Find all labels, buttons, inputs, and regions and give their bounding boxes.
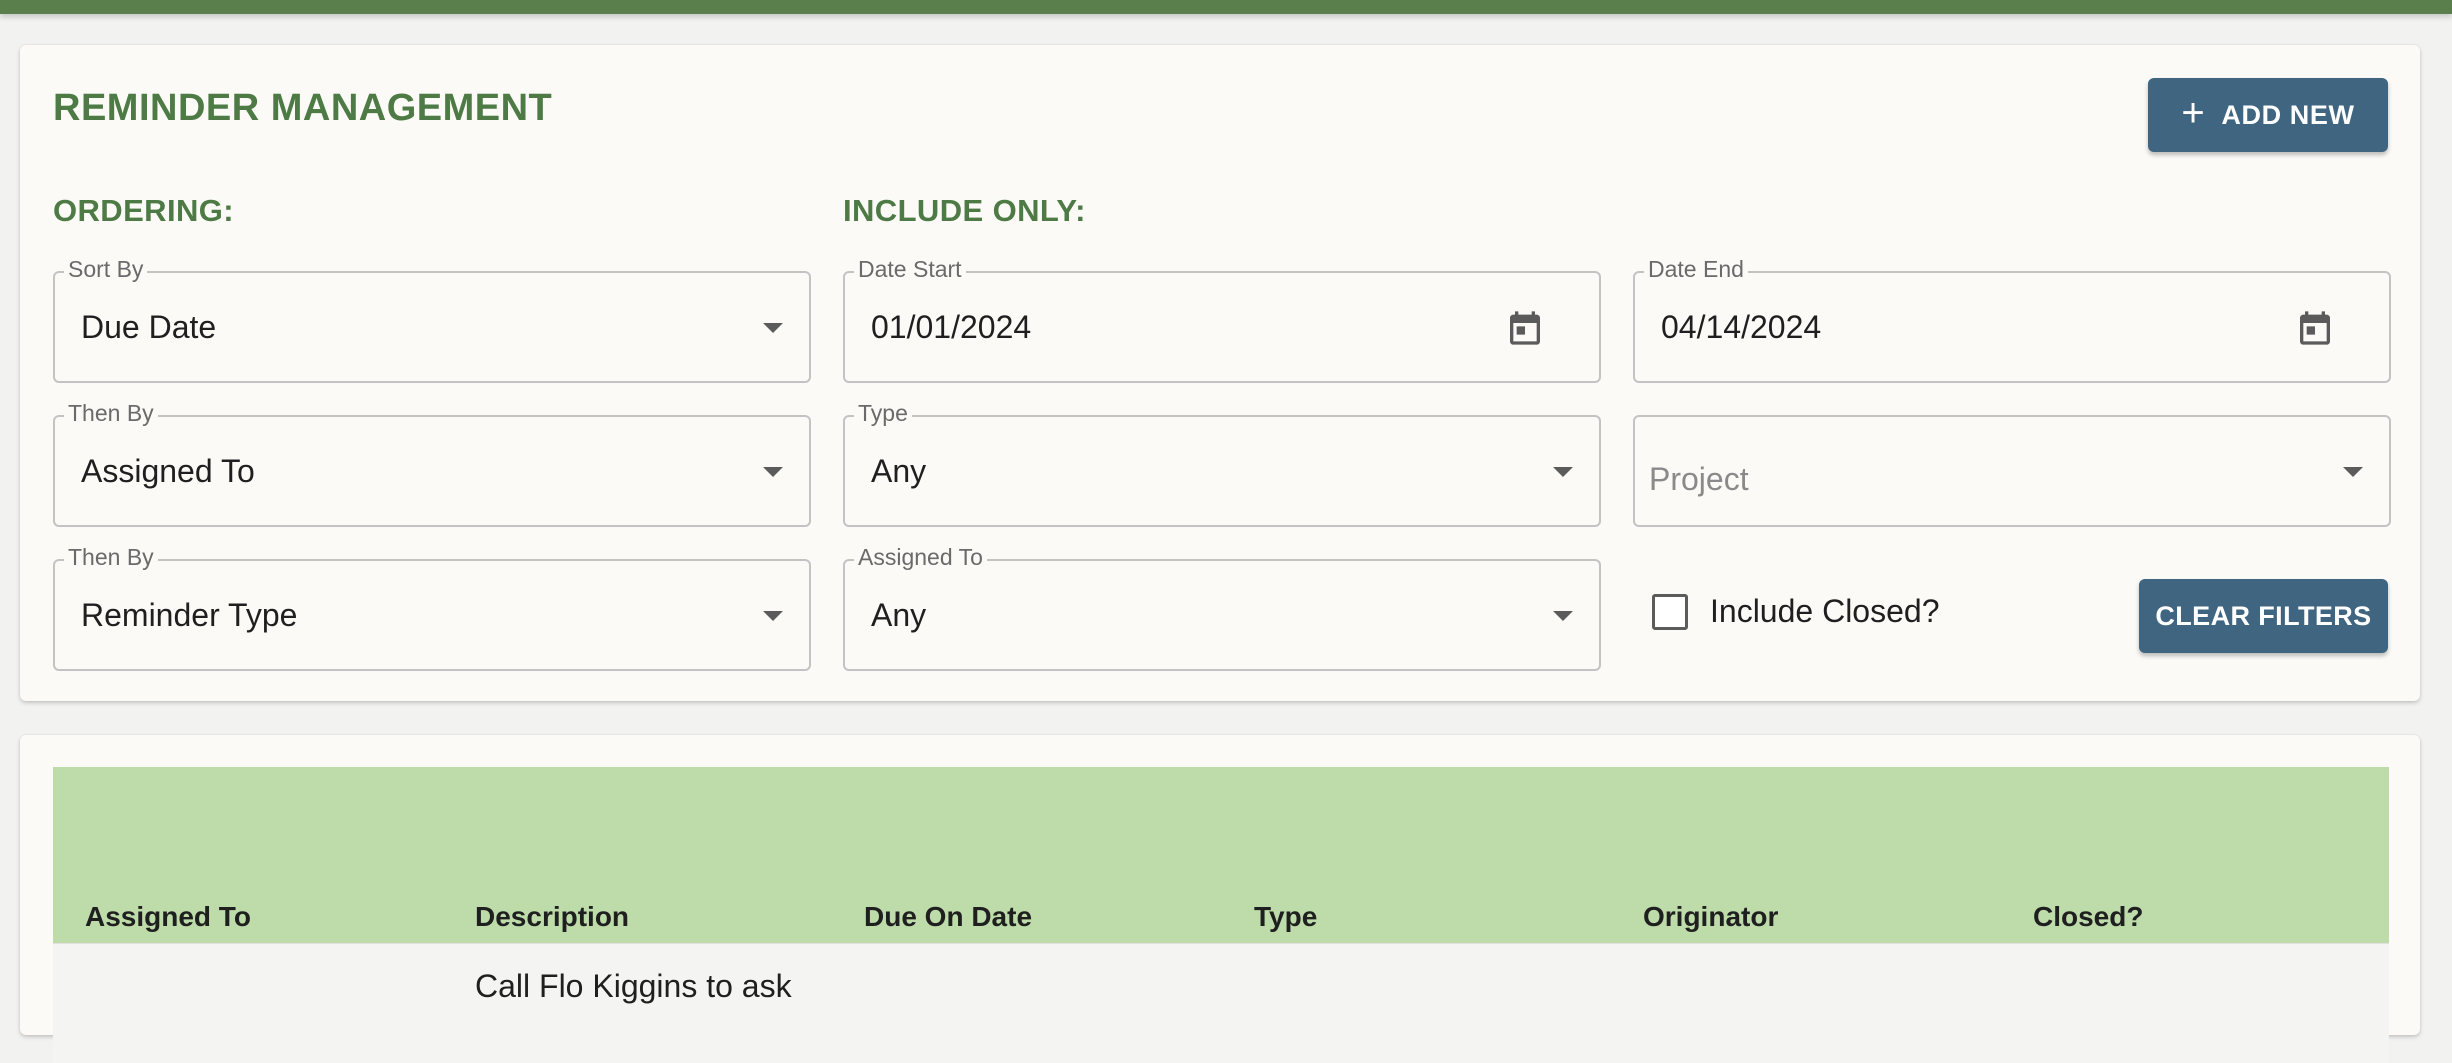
then-by-value-2: Reminder Type: [81, 597, 298, 633]
calendar-icon[interactable]: [2295, 307, 2335, 349]
clear-filters-button[interactable]: CLEAR FILTERS: [2139, 579, 2388, 653]
page-title: REMINDER MANAGEMENT: [53, 87, 553, 129]
chevron-down-icon: [2343, 467, 2363, 477]
then-by-label-1: Then By: [64, 400, 158, 427]
chevron-down-icon: [763, 467, 783, 477]
sort-by-label: Sort By: [64, 256, 148, 283]
filter-panel: REMINDER MANAGEMENT + ADD NEW ORDERING: …: [20, 45, 2420, 701]
table-row[interactable]: Call Flo Kiggins to ask: [53, 943, 2389, 1063]
include-closed-control[interactable]: Include Closed?: [1652, 593, 1939, 630]
reminders-table-card: Assigned To Description Due On Date Type…: [20, 735, 2420, 1063]
chevron-down-icon: [763, 323, 783, 333]
sort-by-value: Due Date: [81, 309, 217, 345]
project-select[interactable]: Project: [1633, 415, 2391, 527]
then-by-label-2: Then By: [64, 544, 158, 571]
date-end-label: Date End: [1644, 256, 1748, 283]
column-header-originator[interactable]: Originator: [1643, 901, 1778, 933]
calendar-icon[interactable]: [1505, 307, 1545, 349]
column-header-due-on-date[interactable]: Due On Date: [864, 901, 1032, 933]
column-header-description[interactable]: Description: [475, 901, 629, 933]
chevron-down-icon: [763, 611, 783, 621]
then-by-select-1[interactable]: Then By Assigned To: [53, 400, 811, 527]
date-start-value: 01/01/2024: [871, 309, 1032, 345]
column-header-closed[interactable]: Closed?: [2033, 901, 2143, 933]
type-value: Any: [871, 453, 927, 489]
assigned-to-value: Any: [871, 597, 927, 633]
sort-by-select[interactable]: Sort By Due Date: [53, 256, 811, 383]
type-select[interactable]: Type Any: [843, 400, 1601, 527]
date-start-label: Date Start: [854, 256, 966, 283]
add-new-label: ADD NEW: [2221, 99, 2355, 130]
plus-icon: +: [2181, 91, 2206, 135]
then-by-select-2[interactable]: Then By Reminder Type: [53, 544, 811, 671]
chevron-down-icon: [1553, 467, 1573, 477]
cell-description: Call Flo Kiggins to ask: [475, 968, 792, 1004]
project-placeholder: Project: [1649, 461, 1749, 497]
column-header-assigned-to[interactable]: Assigned To: [85, 901, 251, 933]
then-by-value-1: Assigned To: [81, 453, 255, 489]
column-header-type[interactable]: Type: [1254, 901, 1317, 933]
top-app-bar: [0, 0, 2452, 14]
chevron-down-icon: [1553, 611, 1573, 621]
include-closed-checkbox[interactable]: [1652, 593, 1688, 630]
add-new-button[interactable]: + ADD NEW: [2148, 78, 2388, 152]
ordering-heading: ORDERING:: [53, 193, 234, 228]
include-closed-label: Include Closed?: [1710, 593, 1940, 629]
date-end-field[interactable]: Date End 04/14/2024: [1633, 256, 2391, 383]
table-header: Assigned To Description Due On Date Type…: [53, 767, 2389, 943]
assigned-to-select[interactable]: Assigned To Any: [843, 544, 1601, 671]
type-label: Type: [854, 400, 912, 427]
date-end-value: 04/14/2024: [1661, 309, 1822, 345]
date-start-field[interactable]: Date Start 01/01/2024: [843, 256, 1601, 383]
assigned-to-label: Assigned To: [854, 544, 987, 571]
include-only-heading: INCLUDE ONLY:: [843, 193, 1086, 228]
